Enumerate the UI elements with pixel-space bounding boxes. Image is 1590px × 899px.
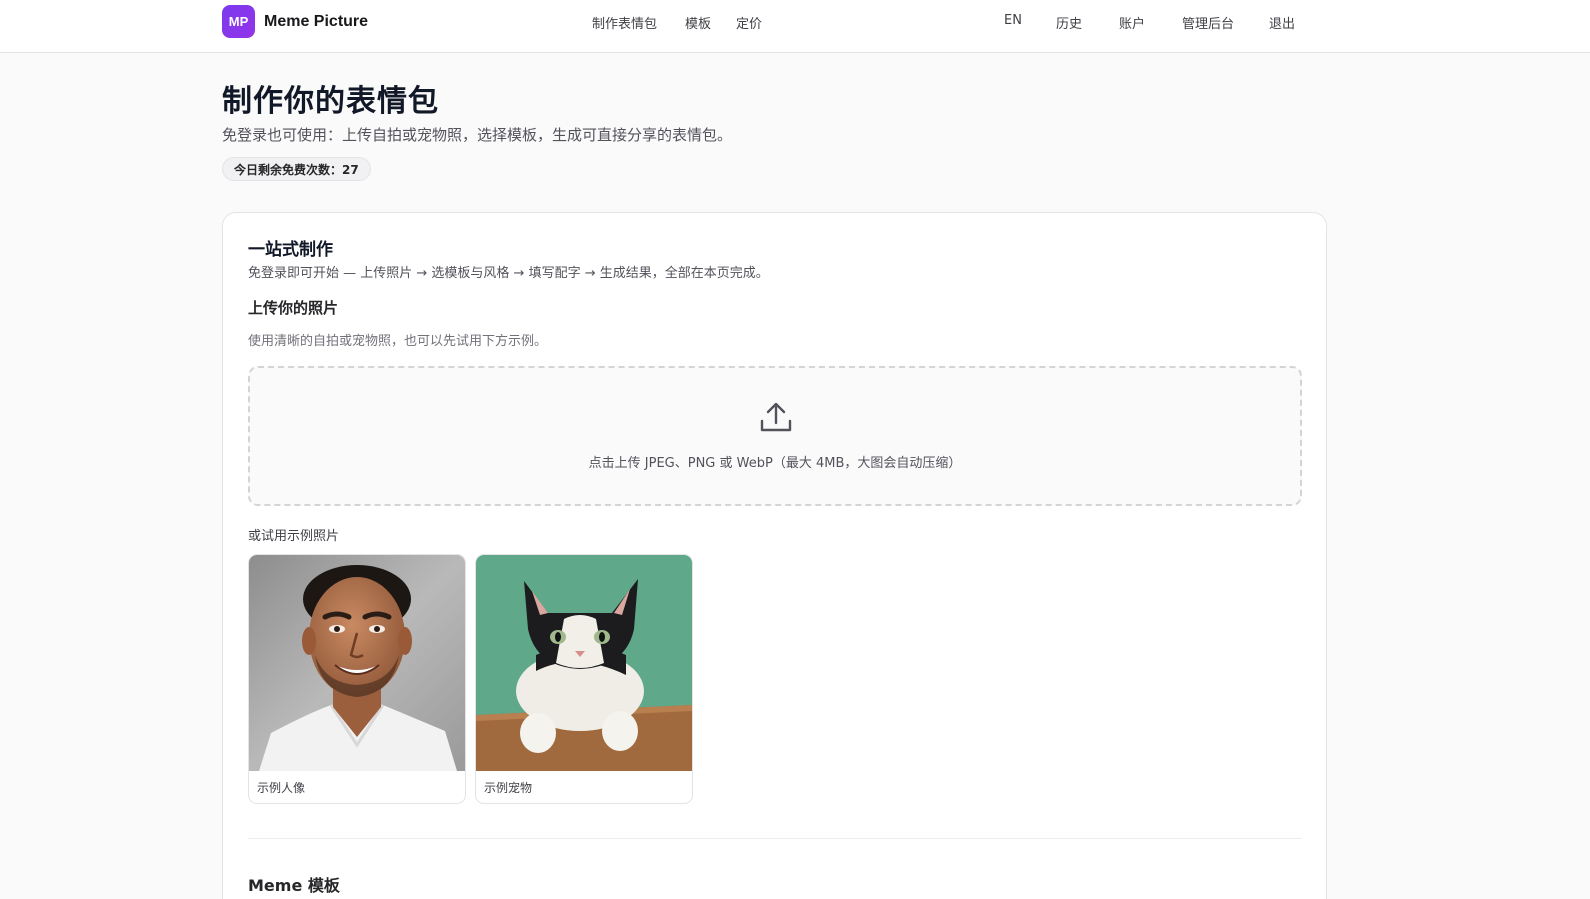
upload-section-hint: 使用清晰的自拍或宠物照，也可以先试用下方示例。: [248, 334, 548, 349]
nav-logout[interactable]: 退出: [1269, 13, 1295, 32]
nav-history[interactable]: 历史: [1056, 13, 1082, 32]
brand-link[interactable]: MP Meme Picture: [222, 5, 368, 38]
upload-icon: [760, 402, 792, 432]
nav-admin[interactable]: 管理后台: [1182, 13, 1234, 32]
card-description: 免登录即可开始 — 上传照片 → 选模板与风格 → 填写配字 → 生成结果，全部…: [248, 266, 769, 281]
nav-account[interactable]: 账户: [1119, 13, 1145, 32]
free-quota-badge: 今日剩余免费次数：27: [222, 157, 371, 181]
page-title: 制作你的表情包: [222, 84, 439, 119]
sample-pet-caption: 示例宠物: [484, 781, 533, 795]
section-divider: [248, 838, 1302, 839]
nav-templates[interactable]: 模板: [685, 13, 711, 32]
page-subtitle: 免登录也可使用：上传自拍或宠物照，选择模板，生成可直接分享的表情包。: [222, 126, 733, 144]
top-navbar: MP Meme Picture 制作表情包 模板 定价 EN 历史 账户 管理后…: [0, 0, 1590, 53]
sample-portrait-caption: 示例人像: [257, 781, 306, 795]
nav-pricing[interactable]: 定价: [736, 13, 762, 32]
create-card: 一站式制作 免登录即可开始 — 上传照片 → 选模板与风格 → 填写配字 → 生…: [222, 212, 1327, 899]
dropzone-text: 点击上传 JPEG、PNG 或 WebP（最大 4MB，大图会自动压缩）: [588, 456, 962, 471]
card-title: 一站式制作: [248, 240, 333, 260]
brand-name: Meme Picture: [264, 12, 369, 30]
nav-make-meme[interactable]: 制作表情包: [592, 13, 657, 32]
upload-section-title: 上传你的照片: [248, 299, 339, 317]
sample-portrait-card[interactable]: 示例人像: [248, 554, 466, 804]
nav-language-en[interactable]: EN: [1004, 13, 1022, 28]
sample-pet-image: [476, 555, 692, 771]
logo-icon: MP: [222, 5, 255, 38]
upload-dropzone[interactable]: 点击上传 JPEG、PNG 或 WebP（最大 4MB，大图会自动压缩）: [248, 366, 1302, 506]
templates-section-title: Meme 模板: [248, 876, 340, 895]
samples-label: 或试用示例照片: [248, 529, 340, 544]
sample-pet-card[interactable]: 示例宠物: [475, 554, 693, 804]
sample-portrait-image: [249, 555, 465, 771]
